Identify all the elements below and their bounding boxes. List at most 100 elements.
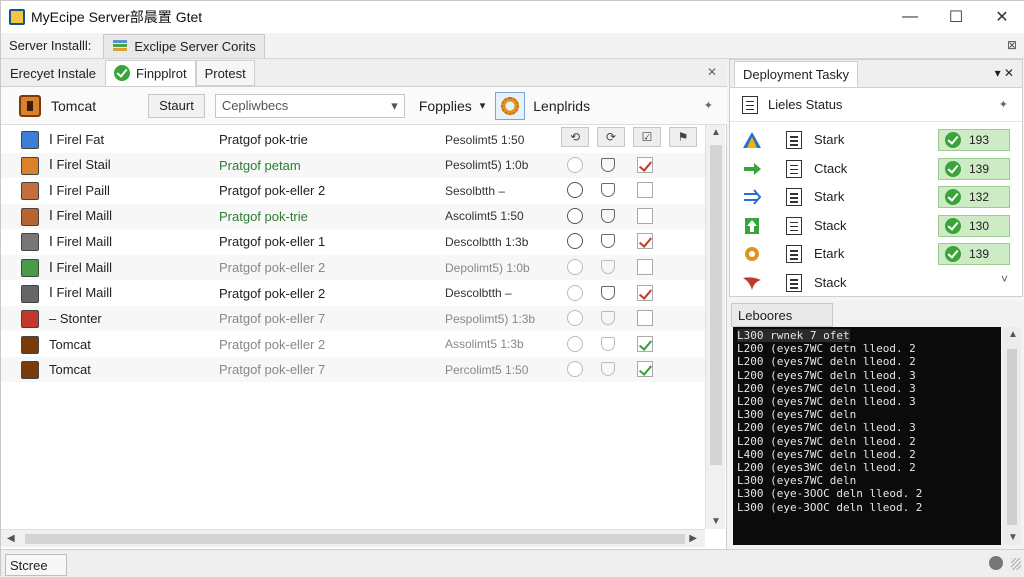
scroll-down-icon[interactable]: ▼: [1008, 532, 1018, 543]
row-checkbox[interactable]: [637, 156, 653, 173]
log-line: L200 (eyes7WC deln lleod. 3: [737, 381, 916, 395]
row-radio[interactable]: [567, 310, 583, 327]
panel-controls[interactable]: ▾ ✕: [995, 66, 1014, 80]
shield-icon[interactable]: [601, 336, 615, 351]
deployment-row[interactable]: Etark 139: [730, 240, 1024, 268]
server-icon: [21, 131, 39, 149]
scroll-thumb[interactable]: [710, 145, 722, 465]
flag-icon[interactable]: ⚑: [669, 127, 697, 147]
deployment-row[interactable]: Stark 193: [730, 126, 1024, 154]
row-checkbox[interactable]: [637, 207, 653, 224]
shield-icon[interactable]: [601, 234, 615, 249]
properties-menu[interactable]: Fopplies: [419, 98, 472, 114]
log-console[interactable]: L300 rwnek 7 ofet L200 (eyes7WC detn lleo…: [733, 327, 1001, 545]
deployment-row[interactable]: Stack 130: [730, 212, 1024, 240]
server-icon: [21, 182, 39, 201]
status-value: 139: [969, 247, 990, 262]
row-radio[interactable]: [567, 335, 583, 352]
shield-icon[interactable]: [601, 285, 615, 300]
shield-icon[interactable]: [601, 208, 615, 223]
shield-icon[interactable]: [601, 260, 615, 274]
tab-instance[interactable]: Erecyet Instale: [1, 60, 105, 86]
sync-icon[interactable]: ⟳: [597, 127, 625, 147]
shield-icon[interactable]: [601, 362, 615, 377]
row-checkbox[interactable]: [637, 259, 653, 275]
document-icon: [742, 95, 758, 114]
table-row[interactable]: Ⅰ Firel Stail Pratgof petam Pesolimt5) 1:0…: [1, 152, 705, 178]
refresh-icon[interactable]: ⟲: [561, 127, 589, 147]
pin-icon[interactable]: ✦: [704, 99, 713, 112]
scroll-up-icon[interactable]: ▲: [1008, 329, 1018, 340]
table-row[interactable]: Tomcat Pratgof pok-eller 7 Percolimt5 1:50: [1, 357, 705, 383]
vertical-scrollbar[interactable]: ▲ ▼: [705, 125, 725, 529]
maximize-button[interactable]: ☐: [933, 1, 979, 33]
templates-label[interactable]: Lenplrids: [533, 98, 590, 114]
shield-icon[interactable]: [601, 157, 615, 172]
resize-grip[interactable]: [1011, 558, 1021, 570]
table-row[interactable]: – Stonter Pratgof pok-eller 7 Pespolimt5) …: [1, 306, 705, 332]
table-row[interactable]: Ⅰ Firel Maill Pratgof pok-eller 2 Depolimt…: [1, 255, 705, 280]
row-radio[interactable]: [567, 182, 583, 199]
horizontal-scrollbar[interactable]: ◀ ▶: [1, 529, 705, 547]
close-button[interactable]: ✕: [979, 1, 1024, 33]
scroll-right-icon[interactable]: ▶: [689, 533, 697, 544]
scroll-up-icon[interactable]: ▲: [711, 127, 721, 138]
server-icon: [21, 284, 39, 303]
tab-finpplrot[interactable]: Finpplrot: [105, 60, 196, 86]
help-icon[interactable]: [989, 556, 1003, 570]
status-badge: 193: [938, 129, 1010, 151]
scroll-thumb[interactable]: [25, 534, 685, 544]
minimize-button[interactable]: —: [887, 1, 933, 33]
shield-icon[interactable]: [601, 183, 615, 198]
start-button[interactable]: Staurt: [148, 93, 205, 118]
right-panel: Deployment Tasky ▾ ✕ Lieles Status ✦ Sta…: [729, 59, 1024, 549]
row-checkbox[interactable]: [637, 310, 653, 327]
row-checkbox[interactable]: [637, 335, 653, 352]
server-install-label: Server Installl:: [9, 38, 92, 53]
scroll-thumb[interactable]: [1007, 349, 1017, 525]
table-row[interactable]: Ⅰ Firel Maill Pratgof pok-eller 1 Descolbt…: [1, 229, 705, 254]
settings-button[interactable]: [495, 91, 526, 120]
row-description: Pratgof petam: [219, 157, 301, 173]
chevron-down-icon[interactable]: ▾: [480, 99, 486, 112]
row-radio[interactable]: [567, 259, 583, 275]
table-row[interactable]: Ⅰ Firel Maill Pratgof pok-eller 2 Descolbt…: [1, 281, 705, 306]
row-checkbox[interactable]: [637, 361, 653, 378]
deployment-select[interactable]: Cepliwbecs ▾: [214, 93, 405, 118]
table-row[interactable]: Ⅰ Firel Maill Pratgof pok-trie Ascolimt5 1…: [1, 203, 705, 229]
log-scrollbar[interactable]: ▲ ▼: [1003, 327, 1021, 545]
row-checkbox[interactable]: [637, 233, 653, 250]
tab-protest[interactable]: Protest: [195, 60, 255, 86]
scroll-left-icon[interactable]: ◀: [7, 533, 15, 544]
server-contents-tab[interactable]: Exclipe Server Corits: [103, 33, 265, 58]
row-status-time: Pespolimt5) 1:3b: [445, 311, 536, 326]
pin-icon[interactable]: ⊠: [1007, 38, 1017, 52]
table-row[interactable]: Ⅰ Firel Paill Pratgof pok-eller 2 Sesolbtt…: [1, 178, 705, 203]
row-checkbox[interactable]: [637, 284, 653, 301]
tab-logs[interactable]: Leboores: [731, 303, 833, 327]
deployment-label: Stark: [814, 189, 845, 205]
status-value: 193: [969, 133, 990, 147]
row-checkbox[interactable]: [637, 182, 653, 199]
row-description: Pratgof pok-eller 1: [219, 234, 326, 250]
deployment-row[interactable]: Ctack 139: [730, 155, 1024, 183]
row-status-time: Pesolimt5) 1:0b: [445, 158, 529, 173]
row-radio[interactable]: [567, 284, 583, 301]
row-radio[interactable]: [567, 233, 583, 250]
row-radio[interactable]: [567, 156, 583, 173]
deployment-row[interactable]: Stark 132: [730, 183, 1024, 211]
table-row[interactable]: Tomcat Pratgof pok-eller 2 Assolimt5 1:3b: [1, 332, 705, 357]
check-circle-icon: [945, 132, 961, 148]
pin-icon[interactable]: ✦: [999, 98, 1008, 111]
tab-deployment-tasks[interactable]: Deployment Tasky: [734, 61, 858, 87]
chevron-down-icon[interactable]: ˅: [1001, 272, 1008, 286]
close-icon[interactable]: ✕: [707, 65, 717, 79]
log-line: L200 (eyes7WC deln lleod. 3: [737, 368, 916, 382]
row-radio[interactable]: [567, 361, 583, 378]
shield-icon[interactable]: [601, 311, 615, 326]
deployment-row[interactable]: Stack: [730, 269, 1024, 297]
row-radio[interactable]: [567, 207, 583, 224]
checkbox-icon[interactable]: ☑: [633, 127, 661, 147]
scroll-down-icon[interactable]: ▼: [711, 516, 721, 527]
server-toolbar: Tomcat Staurt Cepliwbecs ▾ Fopplies ▾ Le…: [1, 87, 727, 125]
